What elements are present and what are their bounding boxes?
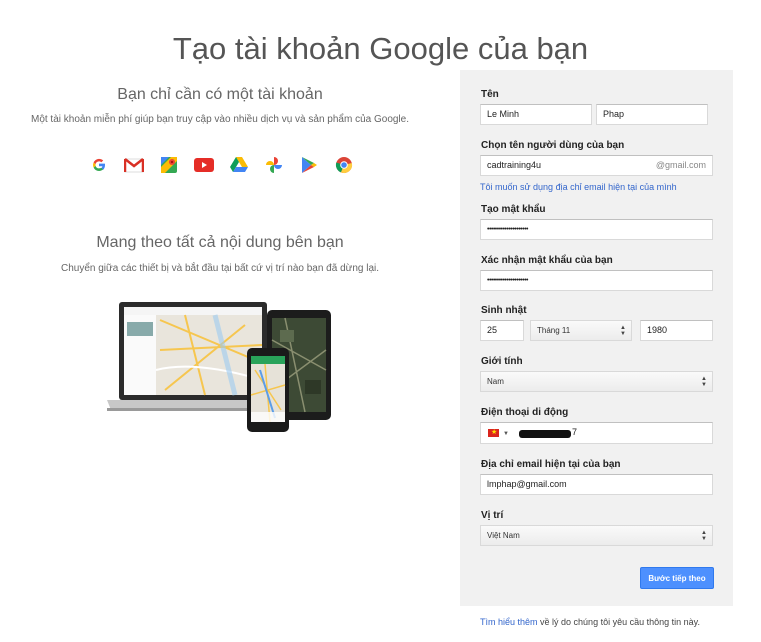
maps-icon bbox=[156, 155, 182, 175]
password-label: Tạo mật khẩu bbox=[481, 204, 546, 215]
country-dropdown-icon[interactable]: ▼ bbox=[503, 429, 509, 440]
redacted-phone-number bbox=[519, 430, 571, 438]
username-value: cadtraining4u bbox=[487, 160, 542, 170]
confirm-password-label: Xác nhận mật khẩu của bạn bbox=[481, 255, 613, 266]
username-input[interactable]: cadtraining4u @gmail.com bbox=[480, 155, 713, 176]
first-name-input[interactable]: Le Minh bbox=[480, 104, 592, 125]
last-name-input[interactable]: Phap bbox=[596, 104, 708, 125]
name-label: Tên bbox=[481, 89, 499, 100]
drive-icon bbox=[226, 155, 252, 175]
footer-text: về lý do chúng tôi yêu cầu thông tin này… bbox=[537, 617, 700, 627]
gmail-icon bbox=[121, 155, 147, 175]
birth-month-value: Tháng 11 bbox=[537, 326, 571, 335]
phone-label: Điện thoại di động bbox=[481, 407, 569, 418]
location-select[interactable]: Việt Nam ▲ ▼ bbox=[480, 525, 713, 546]
footer-note: Tìm hiểu thêm về lý do chúng tôi yêu cầu… bbox=[480, 617, 700, 627]
birth-month-select[interactable]: Tháng 11 ▲ ▼ bbox=[530, 320, 632, 341]
gender-select[interactable]: Nam ▲ ▼ bbox=[480, 371, 713, 392]
use-existing-email-link[interactable]: Tôi muốn sử dụng địa chỉ email hiện tại … bbox=[480, 182, 677, 192]
page-title: Tạo tài khoản Google của bạn bbox=[172, 30, 589, 66]
current-email-label: Địa chỉ email hiện tại của bạn bbox=[481, 459, 621, 470]
next-step-button[interactable]: Bước tiếp theo bbox=[640, 567, 714, 589]
location-value: Việt Nam bbox=[487, 531, 520, 540]
current-email-input[interactable]: lmphap@gmail.com bbox=[480, 474, 713, 495]
select-arrows-icon: ▲ ▼ bbox=[701, 376, 707, 388]
phone-input[interactable]: ★ ▼ 7 bbox=[480, 422, 713, 444]
google-services-icons bbox=[86, 155, 357, 175]
birth-day-input[interactable]: 25 bbox=[480, 320, 524, 341]
learn-more-link[interactable]: Tìm hiểu thêm bbox=[480, 617, 538, 627]
birthday-label: Sinh nhật bbox=[481, 305, 527, 316]
vietnam-flag-icon[interactable]: ★ bbox=[488, 429, 499, 437]
location-label: Vị trí bbox=[481, 510, 504, 521]
phone-number-tail: 7 bbox=[572, 427, 578, 437]
youtube-icon bbox=[191, 155, 217, 175]
photos-icon bbox=[261, 155, 287, 175]
section-heading-one-account: Bạn chỉ cần có một tài khoản bbox=[117, 86, 323, 103]
chrome-icon bbox=[331, 155, 357, 175]
section-heading-take-everything: Mang theo tất cả nội dung bên bạn bbox=[96, 234, 344, 251]
select-arrows-icon: ▲ ▼ bbox=[620, 325, 626, 337]
gmail-domain-suffix: @gmail.com bbox=[655, 160, 706, 170]
select-arrows-icon: ▲ ▼ bbox=[701, 530, 707, 542]
username-label: Chọn tên người dùng của bạn bbox=[481, 140, 625, 151]
play-store-icon bbox=[296, 155, 322, 175]
google-g-icon bbox=[86, 155, 112, 175]
section-text-one-account: Một tài khoản miễn phí giúp bạn truy cập… bbox=[30, 114, 409, 125]
confirm-password-input[interactable]: ••••••••••••••••••••• bbox=[480, 270, 713, 291]
devices-illustration bbox=[105, 300, 335, 435]
section-text-take-everything: Chuyển giữa các thiết bị và bắt đầu tại … bbox=[60, 263, 380, 274]
password-input[interactable]: ••••••••••••••••••••• bbox=[480, 219, 713, 240]
gender-label: Giới tính bbox=[481, 356, 523, 367]
birth-year-input[interactable]: 1980 bbox=[640, 320, 713, 341]
gender-value: Nam bbox=[487, 377, 504, 386]
